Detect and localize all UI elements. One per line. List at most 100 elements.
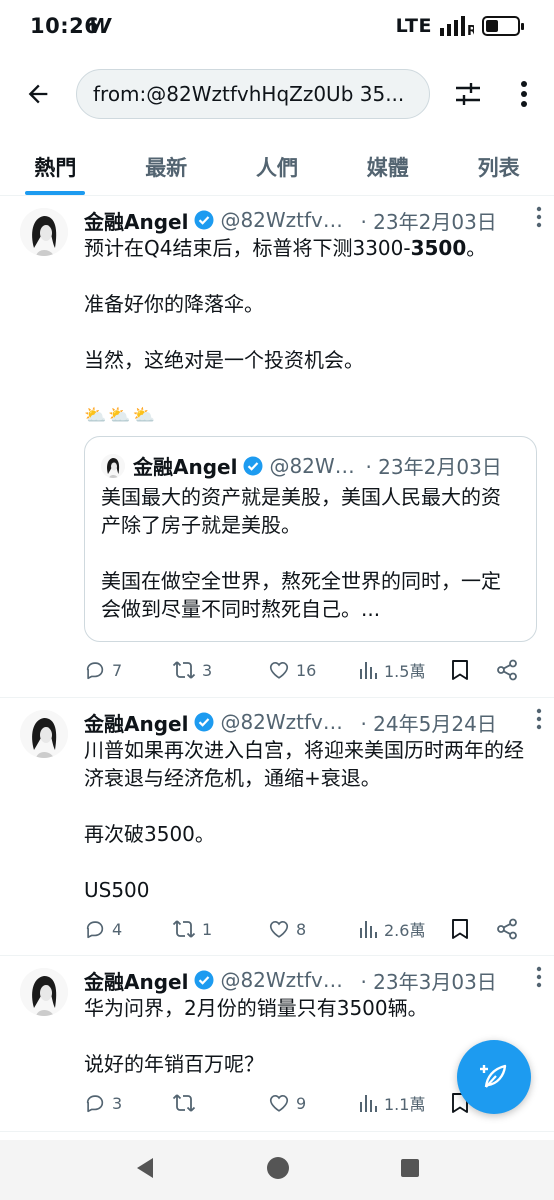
back-arrow-icon (28, 84, 48, 104)
overflow-menu-button[interactable] (506, 74, 542, 114)
views-chart-icon (360, 662, 377, 679)
author-name[interactable]: 金融Angel (84, 206, 188, 235)
verified-badge-icon (194, 210, 214, 230)
bookmark-icon (452, 919, 468, 939)
reply-button[interactable]: 4 (84, 918, 172, 940)
tab-lists[interactable]: 列表 (443, 138, 554, 195)
nav-back-button[interactable] (134, 1156, 156, 1184)
like-button[interactable]: 8 (268, 918, 358, 940)
quoted-tweet[interactable]: 金融Angel @82Wztf... · 23年2月03日 美国最大的资产就是美… (84, 436, 537, 642)
avatar[interactable] (20, 710, 68, 758)
compose-tweet-button[interactable] (457, 1040, 531, 1114)
retweet-count: 1 (202, 919, 213, 939)
share-button[interactable] (496, 918, 518, 940)
reply-button[interactable]: 3 (84, 1092, 172, 1114)
tweet-text-line: 再次破3500。 (84, 822, 215, 846)
tab-media[interactable]: 媒體 (332, 138, 443, 195)
retweet-button[interactable]: 3 (172, 659, 268, 681)
reply-button[interactable]: 7 (84, 659, 172, 681)
share-button[interactable] (496, 659, 518, 681)
more-vertical-icon (521, 81, 527, 107)
reply-icon (86, 1095, 104, 1113)
tweet-text-line: 华为问界，2月份的销量只有3500辆。 (84, 996, 428, 1020)
search-tabs: 熱門 最新 人們 媒體 列表 (0, 138, 554, 196)
avatar[interactable] (20, 208, 68, 256)
like-button[interactable]: 9 (268, 1092, 358, 1114)
tweet-more-button[interactable] (536, 708, 542, 734)
avatar[interactable] (20, 968, 68, 1016)
compose-feather-icon (480, 1064, 507, 1088)
bookmark-button[interactable] (450, 659, 496, 681)
like-count: 9 (296, 1093, 307, 1113)
status-indicators: LTE R (395, 15, 524, 37)
search-header: from:@82WztfvhHqZz0Ub 35... (0, 66, 554, 122)
views-chart-icon (360, 1095, 377, 1112)
author-handle: @82Wztfvh... (220, 968, 355, 992)
reply-icon (86, 921, 104, 939)
tweet-header: 金融Angel @82Wztfvh... · 23年3月03日 (84, 966, 538, 994)
quoted-avatar (101, 453, 125, 478)
nav-home-button[interactable] (266, 1156, 290, 1184)
tab-people[interactable]: 人們 (222, 138, 333, 195)
tab-latest[interactable]: 最新 (111, 138, 222, 195)
search-query-text: from:@82WztfvhHqZz0Ub 35... (93, 82, 405, 106)
tweet-more-button[interactable] (536, 206, 542, 232)
view-count: 1.5萬 (384, 662, 426, 681)
tweet-text-line: 预计在Q4结束后，标普将下测3300- (84, 236, 411, 260)
like-count: 16 (296, 660, 317, 680)
tab-top[interactable]: 熱門 (0, 138, 111, 195)
tweet-more-button[interactable] (536, 966, 542, 992)
tweet-text-line: 当然，这绝对是一个投资机会。 (84, 348, 364, 372)
tweet-text: 预计在Q4结束后，标普将下测3300-3500。 准备好你的降落伞。 当然，这绝… (84, 234, 534, 430)
search-input[interactable]: from:@82WztfvhHqZz0Ub 35... (76, 69, 430, 119)
verified-badge-icon (243, 456, 263, 476)
network-label: LTE (395, 15, 432, 37)
tweet-text-line: 准备好你的降落伞。 (84, 292, 264, 316)
view-count: 1.1萬 (384, 1095, 426, 1114)
heart-icon (269, 921, 289, 938)
tweet-header: 金融Angel @82Wztfvh... · 23年2月03日 (84, 206, 538, 234)
reply-count: 4 (112, 919, 123, 939)
bookmark-icon (452, 660, 468, 680)
retweet-button[interactable]: 1 (172, 918, 268, 940)
quoted-tweet-text: 美国最大的资产就是美股，美国人民最大的资产除了房子就是美股。 美国在做空全世界，… (101, 483, 520, 651)
tweet-date: · 24年5月24日 (360, 711, 497, 736)
share-icon (497, 918, 517, 940)
more-vertical-icon (536, 708, 542, 730)
back-button[interactable] (18, 74, 58, 114)
signal-icon: R (440, 16, 474, 36)
verified-badge-icon (194, 970, 214, 990)
views-button[interactable]: 1.1萬 (358, 1091, 450, 1115)
author-handle: @82Wztfvh... (220, 208, 355, 232)
tweet-item[interactable]: 金融Angel @82Wztfvh... · 23年2月03日 预计在Q4结束后… (0, 196, 554, 698)
status-bar: 10:26 W LTE R (0, 0, 554, 56)
author-handle: @82Wztfvh... (220, 710, 355, 734)
retweet-icon (172, 920, 196, 938)
retweet-button[interactable] (172, 1092, 268, 1114)
quoted-text-line: 美国在做空全世界，熬死全世界的同时，一定会做到尽量不同时熬死自己。... (101, 569, 501, 621)
tweet-header: 金融Angel @82Wztfvh... · 24年5月24日 (84, 708, 538, 736)
triangle-back-icon (137, 1158, 153, 1178)
heart-icon (269, 662, 289, 679)
author-name[interactable]: 金融Angel (84, 708, 188, 737)
views-button[interactable]: 1.5萬 (358, 658, 450, 682)
search-filter-button[interactable] (448, 74, 488, 114)
like-count: 8 (296, 919, 307, 939)
retweet-icon (172, 1094, 196, 1112)
views-button[interactable]: 2.6萬 (358, 917, 450, 941)
heart-icon (269, 1095, 289, 1112)
author-name[interactable]: 金融Angel (84, 966, 188, 995)
like-button[interactable]: 16 (268, 659, 358, 681)
tweet-actions: 4 1 8 2.6萬 (84, 914, 534, 944)
reply-count: 7 (112, 660, 123, 680)
tweet-date: · 23年2月03日 (360, 209, 497, 234)
system-nav-bar (0, 1140, 554, 1200)
tweet-item[interactable]: 金融Angel @82Wztfvh... · 24年5月24日 川普如果再次进入… (0, 698, 554, 956)
retweet-icon (172, 661, 196, 679)
weather-emoji: ⛅⛅⛅ (84, 405, 158, 426)
app-notification-icon: W (89, 14, 112, 38)
bookmark-button[interactable] (450, 918, 496, 940)
more-vertical-icon (536, 206, 542, 228)
nav-recents-button[interactable] (400, 1158, 420, 1182)
sliders-icon (456, 83, 480, 105)
